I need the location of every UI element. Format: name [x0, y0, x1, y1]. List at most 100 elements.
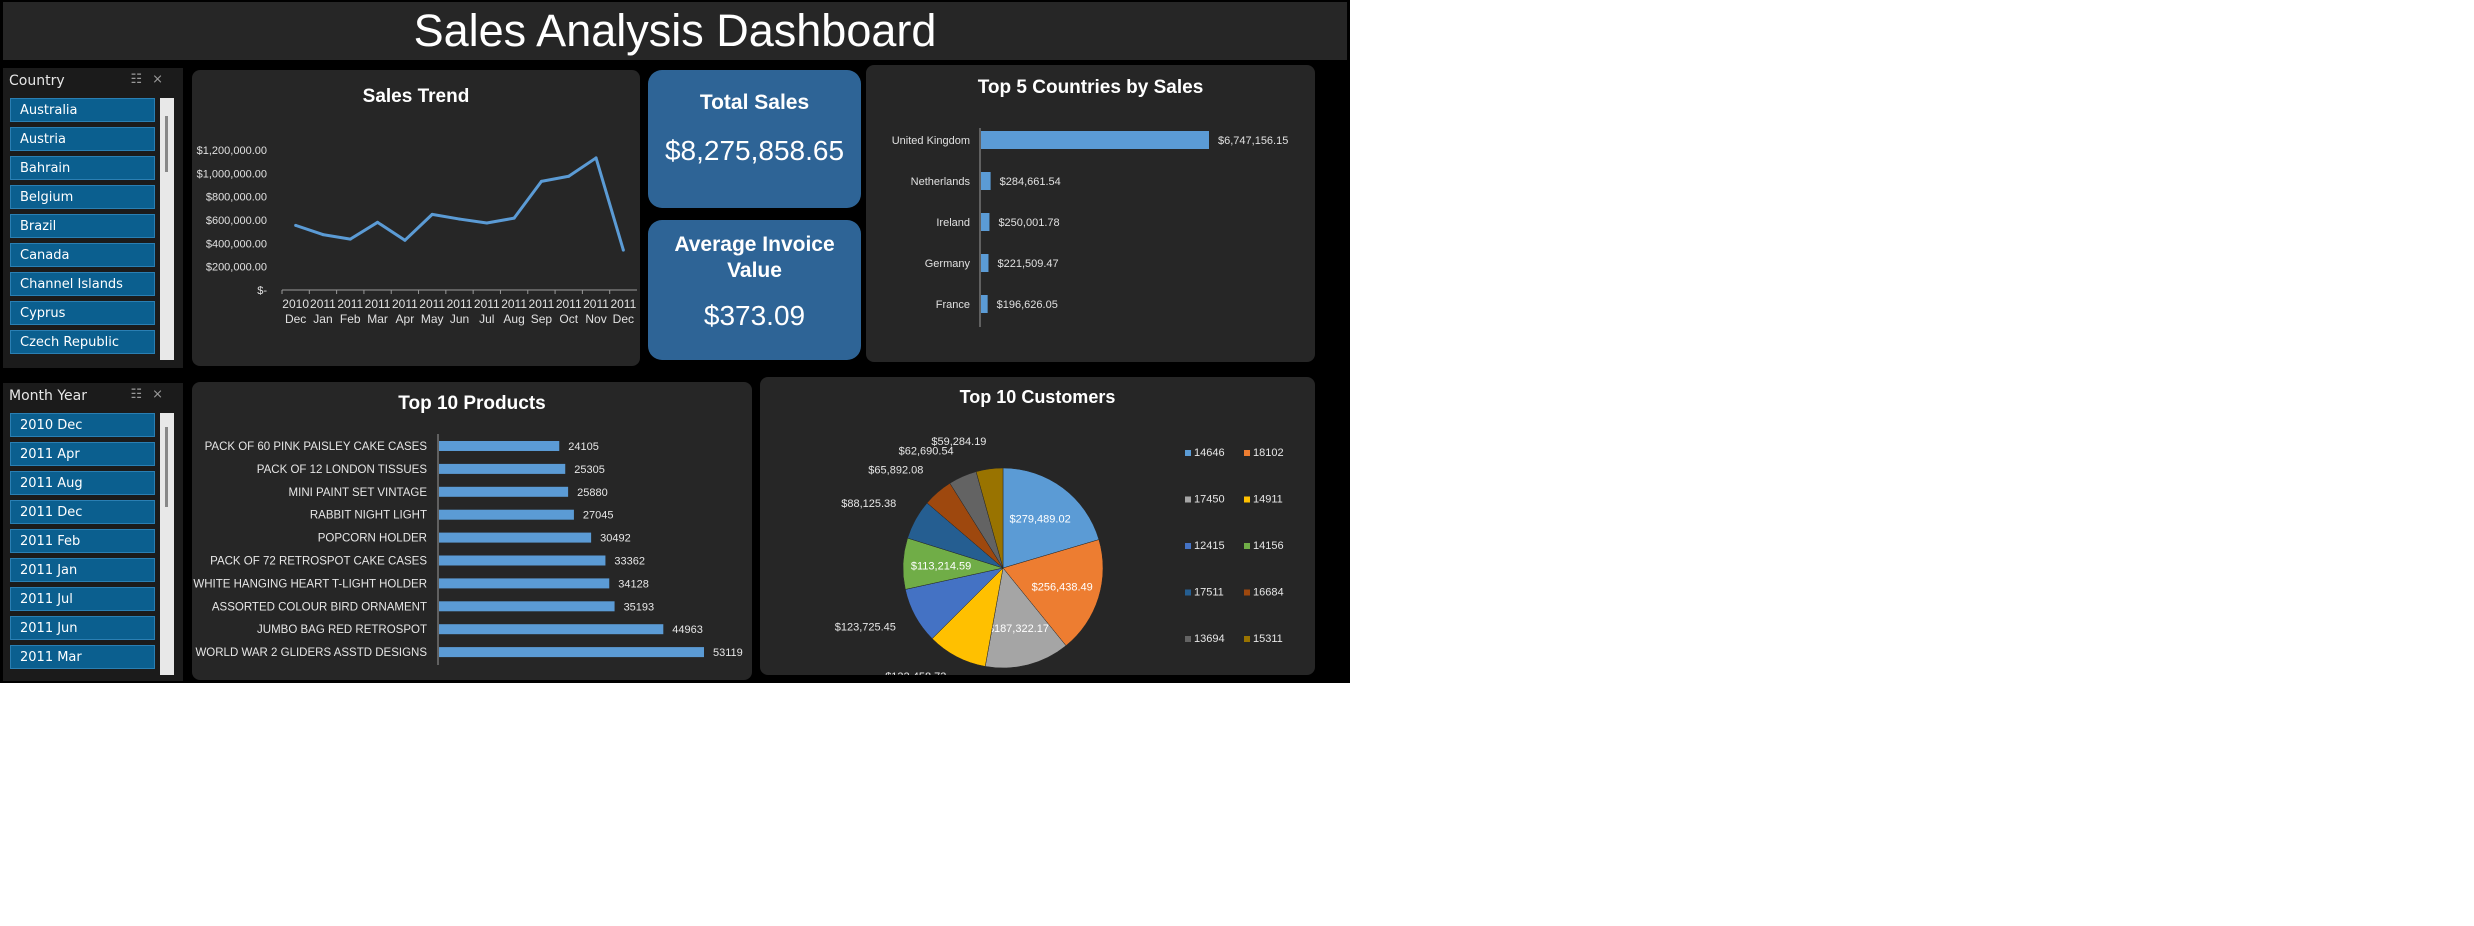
country-data-label: $250,001.78 [998, 217, 1059, 229]
x-tick-label-year: 2011 [337, 297, 363, 311]
slicer-toolbar: ☷⨯ [130, 72, 173, 87]
multi-select-icon[interactable]: ☷ [130, 387, 152, 402]
country-label: France [936, 299, 970, 311]
top-customers-chart: $279,489.02 $256,438.49 $187,322.17 $132,45… [835, 436, 1284, 675]
country-bar [981, 131, 1209, 149]
month-item-2011-jul[interactable]: 2011 Jul [10, 587, 155, 611]
product-bar [439, 555, 606, 566]
legend-swatch [1244, 589, 1250, 596]
month-item-2011-dec[interactable]: 2011 Dec [10, 500, 155, 524]
y-tick-label: $200,000.00 [206, 262, 267, 274]
product-data-label: 25880 [577, 487, 608, 499]
country-item-austria[interactable]: Austria [10, 127, 155, 151]
legend-swatch [1185, 450, 1191, 456]
total-sales-value: $8,275,858.65 [664, 135, 845, 166]
sales-trend-point [376, 220, 380, 224]
legend-swatch [1185, 636, 1191, 642]
x-tick-label-month: Feb [340, 312, 361, 326]
top-products-chart: PACK OF 60 PINK PAISLEY CAKE CASES 24105 P… [193, 434, 743, 665]
product-data-label: 24105 [568, 441, 599, 453]
clear-filter-icon[interactable]: ⨯ [152, 72, 173, 87]
avg-invoice-label-line2: Value [727, 259, 782, 282]
sales-trend-point [321, 233, 325, 237]
country-slicer-header: Country [9, 73, 65, 89]
top-countries-panel: Top 5 Countries by Sales United Kingdom $… [866, 65, 1315, 362]
legend-label: 14911 [1253, 494, 1283, 506]
month-item-2011-aug[interactable]: 2011 Aug [10, 471, 155, 495]
legend-label: 17450 [1194, 494, 1225, 506]
x-tick-label-month: Apr [396, 312, 415, 326]
pie-data-label: $279,489.02 [1010, 513, 1071, 525]
country-scroll-thumb[interactable] [165, 116, 168, 172]
country-item-brazil[interactable]: Brazil [10, 214, 155, 238]
slicer-toolbar: ☷⨯ [130, 387, 173, 402]
pie-data-label: $88,125.38 [841, 498, 896, 510]
month-item-2011-jan[interactable]: 2011 Jan [10, 558, 155, 582]
product-data-label: 53119 [713, 647, 743, 659]
month-year-scroll-thumb[interactable] [165, 427, 168, 507]
country-data-label: $6,747,156.15 [1218, 135, 1288, 147]
product-label: MINI PAINT SET VINTAGE [289, 487, 428, 499]
month-item-2011-mar[interactable]: 2011 Mar [10, 645, 155, 669]
product-bar [439, 578, 610, 589]
country-data-label: $196,626.05 [997, 299, 1058, 311]
pie-data-label: $256,438.49 [1032, 581, 1093, 593]
x-tick-label-month: Mar [367, 312, 388, 326]
product-label: JUMBO BAG RED RETROSPOT [257, 624, 427, 636]
legend-swatch [1244, 636, 1250, 642]
x-tick-label-month: Jun [450, 312, 469, 326]
legend-swatch [1244, 450, 1250, 456]
x-tick-label-year: 2011 [610, 297, 636, 311]
x-tick-label-year: 2011 [392, 297, 418, 311]
top-products-panel: Top 10 Products PACK OF 60 PINK PAISLEY … [192, 382, 752, 680]
legend-swatch [1244, 543, 1250, 549]
x-tick-label-year: 2011 [310, 297, 336, 311]
country-item-canada[interactable]: Canada [10, 243, 155, 267]
country-item-cyprus[interactable]: Cyprus [10, 301, 155, 325]
legend-label: 18102 [1253, 447, 1284, 459]
month-item-2011-apr[interactable]: 2011 Apr [10, 442, 155, 466]
product-label: PACK OF 72 RETROSPOT CAKE CASES [210, 556, 427, 568]
product-label: POPCORN HOLDER [318, 533, 427, 545]
country-item-australia[interactable]: Australia [10, 98, 155, 122]
legend-label: 14646 [1194, 447, 1225, 459]
avg-invoice-value: $373.09 [703, 300, 806, 331]
sales-trend-line [295, 156, 625, 251]
country-data-label: $284,661.54 [1000, 176, 1061, 188]
country-item-bahrain[interactable]: Bahrain [10, 156, 155, 180]
sales-trend-point [567, 174, 571, 178]
pie-data-label: $59,284.19 [931, 436, 986, 448]
legend-label: 12415 [1194, 540, 1225, 552]
x-tick-label-month: Dec [613, 312, 634, 326]
month-year-slicer: Month Year ☷⨯ 2010 Dec 2011 Apr 2011 Aug… [3, 383, 183, 681]
country-bar [981, 295, 988, 313]
x-tick-label-year: 2010 [282, 297, 309, 311]
x-tick-label-month: Nov [585, 312, 606, 326]
sales-trend-point [485, 221, 489, 225]
product-bar [439, 532, 592, 543]
month-year-slicer-scrollbar[interactable] [160, 413, 174, 675]
total-sales-card: Total Sales $8,275,858.65 [648, 70, 861, 208]
x-tick-label-month: May [421, 312, 444, 326]
country-item-czech-republic[interactable]: Czech Republic [10, 330, 155, 354]
clear-filter-icon[interactable]: ⨯ [152, 387, 173, 402]
total-sales-label: Total Sales [699, 91, 810, 114]
country-item-belgium[interactable]: Belgium [10, 185, 155, 209]
y-tick-label: $1,000,000.00 [197, 168, 267, 180]
pie-data-label: $187,322.17 [988, 623, 1049, 635]
sales-trend-point [512, 216, 516, 220]
product-label: RABBIT NIGHT LIGHT [310, 510, 427, 522]
pie-data-label: $123,725.45 [835, 621, 896, 633]
avg-invoice-label: Average Invoice Value [648, 232, 861, 284]
country-item-channel-islands[interactable]: Channel Islands [10, 272, 155, 296]
month-item-2011-feb[interactable]: 2011 Feb [10, 529, 155, 553]
dashboard: Sales Analysis Dashboard Country ☷⨯ Aust… [0, 0, 1350, 683]
country-slicer-scrollbar[interactable] [160, 98, 174, 360]
multi-select-icon[interactable]: ☷ [130, 72, 152, 87]
country-data-label: $221,509.47 [997, 258, 1058, 270]
product-bar [439, 509, 574, 520]
month-item-2011-jun[interactable]: 2011 Jun [10, 616, 155, 640]
product-bar [439, 647, 704, 658]
product-data-label: 33362 [614, 556, 645, 568]
month-item-2010-dec[interactable]: 2010 Dec [10, 413, 155, 437]
